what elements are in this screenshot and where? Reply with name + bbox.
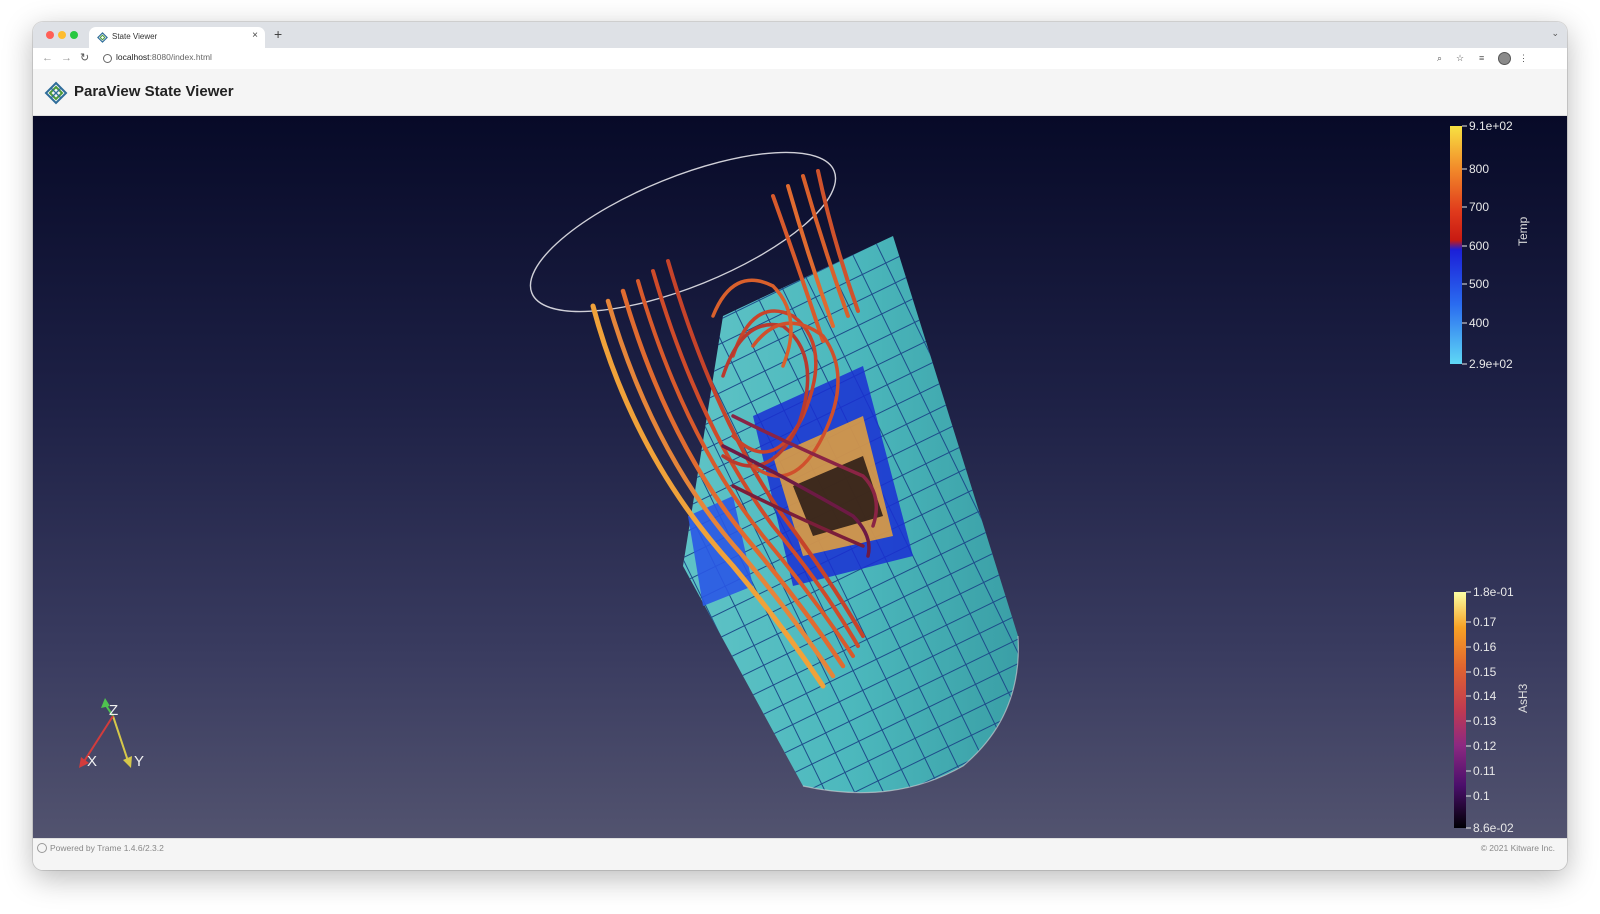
trame-logo-icon (37, 843, 47, 853)
tab-search-chevron-icon[interactable]: ⌄ (1551, 28, 1559, 39)
temp-tick-label: 700 (1469, 200, 1489, 214)
temp-tick-label: 9.1e+02 (1469, 119, 1513, 133)
x-axis-label: X (87, 753, 97, 770)
zoom-icon[interactable]: ⌕ (1437, 52, 1442, 64)
temp-scalar-bar: 9.1e+02 800 700 600 500 400 2.9e+02 Temp (1450, 119, 1530, 371)
reading-list-icon[interactable]: ≡ (1479, 52, 1484, 64)
ash3-tick-label: 0.17 (1473, 615, 1497, 629)
ash3-colorbar (1454, 592, 1466, 828)
temp-colorbar (1450, 126, 1462, 364)
ash3-tick-label: 0.15 (1473, 665, 1497, 679)
window-minimize-button[interactable] (58, 31, 66, 39)
powered-by-text: Powered by Trame 1.4.6/2.3.2 (37, 843, 164, 853)
browser-tab-strip: State Viewer × + ⌄ (33, 22, 1567, 48)
back-arrow-icon[interactable]: ← (42, 51, 53, 65)
paraview-favicon-icon (97, 32, 108, 43)
url-host: localhost (116, 52, 150, 62)
orientation-axes: Z X Y (79, 698, 144, 770)
temp-tick-label: 400 (1469, 316, 1489, 330)
ash3-tick-label: 8.6e-02 (1473, 821, 1514, 835)
profile-avatar[interactable] (1498, 52, 1511, 65)
app-footer: Powered by Trame 1.4.6/2.3.2 © 2021 Kitw… (33, 838, 1567, 870)
ash3-tick-label: 0.11 (1473, 764, 1496, 778)
ash3-tick-label: 0.13 (1473, 714, 1497, 728)
bookmark-star-icon[interactable]: ☆ (1456, 52, 1464, 64)
temp-title: Temp (1516, 216, 1530, 246)
temp-tick-label: 500 (1469, 277, 1489, 291)
app-title: ParaView State Viewer (74, 83, 234, 100)
temp-tick-label: 600 (1469, 239, 1489, 253)
browser-window: State Viewer × + ⌄ ← → ↻ localhost:8080/… (33, 22, 1567, 870)
temp-tick-label: 2.9e+02 (1469, 357, 1513, 371)
ash3-scalar-bar: 1.8e-01 0.17 0.16 0.15 0.14 0.13 0.12 0.11 0.1 8.… (1454, 585, 1530, 835)
new-tab-button[interactable]: + (274, 27, 282, 41)
window-maximize-button[interactable] (70, 31, 78, 39)
address-bar[interactable]: localhost:8080/index.html (116, 52, 212, 62)
ash3-tick-label: 0.1 (1473, 789, 1490, 803)
tab-title: State Viewer (112, 32, 158, 41)
powered-by-label: Powered by Trame 1.4.6/2.3.2 (50, 843, 164, 853)
forward-arrow-icon[interactable]: → (61, 51, 72, 65)
temp-tick-label: 800 (1469, 162, 1489, 176)
ash3-title: AsH3 (1516, 683, 1530, 713)
browser-toolbar: ← → ↻ localhost:8080/index.html ⌕ ☆ ≡ ⋮ (33, 48, 1567, 70)
copyright-text: © 2021 Kitware Inc. (1480, 843, 1555, 853)
more-menu-icon[interactable]: ⋮ (1519, 52, 1528, 64)
reload-icon[interactable]: ↻ (80, 51, 89, 65)
paraview-logo-icon (44, 81, 68, 105)
site-info-icon[interactable] (103, 54, 112, 63)
y-axis-label: Y (134, 753, 144, 770)
ash3-tick-label: 0.14 (1473, 689, 1497, 703)
z-axis-label: Z (109, 702, 118, 719)
ash3-tick-label: 1.8e-01 (1473, 585, 1514, 599)
url-path: :8080/index.html (149, 52, 212, 62)
ash3-tick-label: 0.12 (1473, 739, 1497, 753)
browser-tab[interactable]: State Viewer × (89, 27, 265, 48)
tab-close-icon[interactable]: × (252, 30, 258, 41)
app-toolbar: ParaView State Viewer (33, 69, 1567, 116)
ash3-tick-label: 0.16 (1473, 640, 1497, 654)
render-view[interactable]: 9.1e+02 800 700 600 500 400 2.9e+02 Temp 1.8e-… (33, 116, 1567, 838)
3d-scene[interactable]: 9.1e+02 800 700 600 500 400 2.9e+02 Temp 1.8e-… (33, 116, 1567, 838)
window-close-button[interactable] (46, 31, 54, 39)
